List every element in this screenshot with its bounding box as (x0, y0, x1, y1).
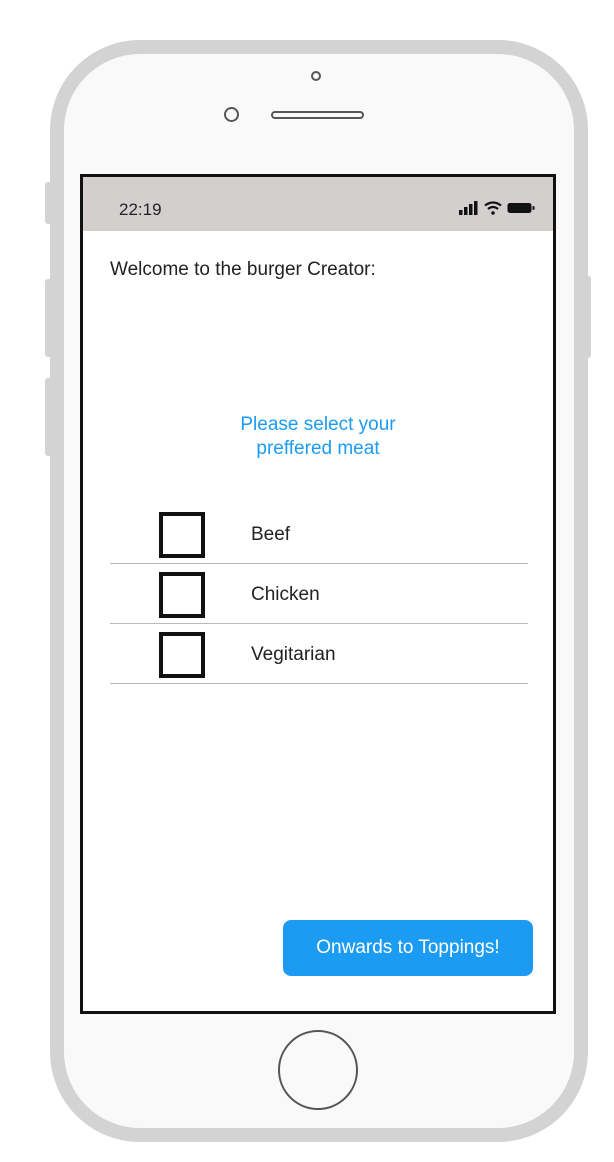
onwards-to-toppings-button[interactable]: Onwards to Toppings! (283, 920, 533, 976)
meat-prompt-line-1: Please select your (240, 414, 396, 435)
phone-power-button (583, 276, 591, 358)
wifi-icon (484, 201, 502, 215)
phone-volume-down-button (45, 378, 53, 456)
earpiece-speaker (271, 111, 364, 119)
meat-prompt-line-2: preffered meat (256, 438, 380, 459)
front-camera (311, 71, 321, 81)
option-label: Chicken (251, 584, 320, 605)
battery-icon (507, 203, 535, 213)
meat-option-vegitarian[interactable]: Vegitarian (110, 624, 528, 684)
phone-volume-up-button (45, 279, 53, 357)
vegitarian-checkbox[interactable] (159, 632, 205, 678)
signal-icon (459, 201, 478, 215)
meat-prompt: Please select your preffered meat (83, 413, 553, 461)
status-bar: 22:19 (83, 177, 553, 231)
phone-screen: 22:19 Welcome to the burger Creator: Ple… (80, 174, 556, 1014)
option-label: Vegitarian (251, 644, 336, 665)
status-icons (459, 199, 535, 217)
proximity-sensor (224, 107, 239, 122)
chicken-checkbox[interactable] (159, 572, 205, 618)
meat-option-beef[interactable]: Beef (110, 504, 528, 564)
beef-checkbox[interactable] (159, 512, 205, 558)
meat-option-list: Beef Chicken Vegitarian (110, 504, 528, 684)
welcome-heading: Welcome to the burger Creator: (110, 259, 376, 280)
option-label: Beef (251, 524, 291, 545)
meat-option-chicken[interactable]: Chicken (110, 564, 528, 624)
status-time: 22:19 (119, 200, 162, 219)
phone-silent-switch (45, 182, 53, 224)
home-button[interactable] (278, 1030, 358, 1110)
